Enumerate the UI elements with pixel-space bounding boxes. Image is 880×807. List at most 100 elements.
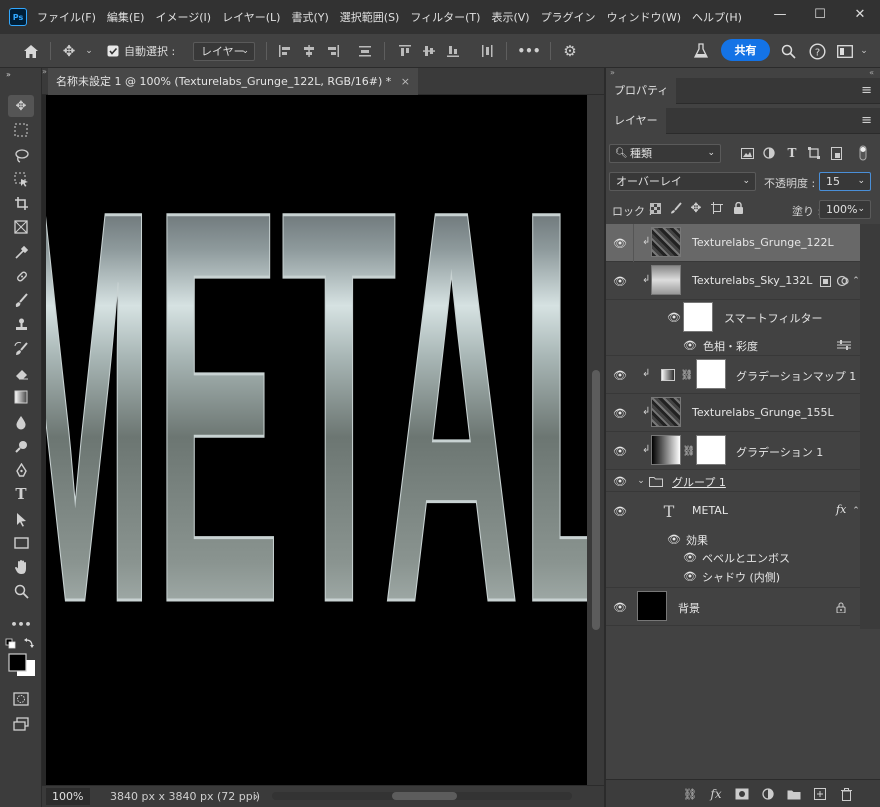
visibility-eye-icon[interactable]: 👁︎	[612, 473, 628, 489]
minimize-button[interactable]: —	[760, 0, 800, 28]
type-tool-icon[interactable]: T	[8, 483, 34, 505]
crop-tool-icon[interactable]	[8, 192, 34, 214]
menu-window[interactable]: ウィンドウ(W)	[607, 9, 681, 25]
edit-toolbar-icon[interactable]: •••	[8, 613, 34, 635]
smart-filter-row[interactable]: 👁︎ スマートフィルター	[606, 300, 860, 334]
layer-name[interactable]: グラデーションマップ 1	[736, 368, 856, 384]
effects-row[interactable]: 👁︎ 効果	[606, 530, 860, 548]
layer-row[interactable]: 👁︎ 背景	[606, 588, 860, 626]
layers-scrollbar[interactable]	[860, 224, 880, 629]
effect-item[interactable]: 👁︎ シャドウ (内側)	[606, 566, 860, 588]
filter-blending-options-icon[interactable]	[836, 338, 852, 352]
marquee-tool-icon[interactable]	[8, 119, 34, 141]
layer-row[interactable]: 👁︎ ↲ ⛓︎ グラデーションマップ 1	[606, 356, 860, 394]
quick-mask-icon[interactable]	[8, 688, 34, 710]
menu-view[interactable]: 表示(V)	[491, 9, 529, 25]
pen-tool-icon[interactable]	[8, 459, 34, 481]
filter-toggle-icon[interactable]	[856, 144, 870, 162]
new-adjustment-layer-icon[interactable]	[759, 785, 777, 803]
visibility-eye-icon[interactable]: 👁︎	[612, 443, 628, 459]
horizontal-scroll-thumb[interactable]	[392, 792, 457, 800]
gradient-tool-icon[interactable]	[8, 386, 34, 408]
layer-thumbnail[interactable]	[651, 265, 681, 295]
path-selection-tool-icon[interactable]	[8, 508, 34, 530]
smart-filter-mask-thumbnail[interactable]	[683, 302, 713, 332]
clone-stamp-tool-icon[interactable]	[8, 313, 34, 335]
dodge-tool-icon[interactable]	[8, 435, 34, 457]
blur-tool-icon[interactable]	[8, 411, 34, 433]
layer-mask-thumbnail[interactable]	[696, 435, 726, 465]
collapse-panel-icon[interactable]: »	[42, 67, 47, 76]
tab-properties[interactable]: プロパティ	[606, 78, 677, 104]
lock-position-icon[interactable]: ✥	[689, 201, 703, 216]
chevron-down-icon[interactable]: ⌄	[82, 34, 96, 68]
align-middle-icon[interactable]	[420, 34, 438, 68]
layer-name[interactable]: 背景	[678, 600, 700, 616]
layer-name[interactable]: Texturelabs_Grunge_122L	[692, 236, 834, 249]
menu-type[interactable]: 書式(Y)	[291, 9, 328, 25]
zoom-level-field[interactable]: 100%	[46, 788, 90, 805]
filter-adjustment-icon[interactable]	[761, 145, 777, 161]
layer-row[interactable]: 👁︎ ↲ ⛓︎ グラデーション 1	[606, 432, 860, 470]
panel-menu-icon[interactable]: ≡	[861, 108, 872, 134]
align-left-icon[interactable]	[276, 34, 294, 68]
horizontal-scrollbar[interactable]	[272, 792, 572, 800]
layer-thumbnail[interactable]	[637, 591, 667, 621]
align-center-icon[interactable]	[300, 34, 318, 68]
visibility-eye-icon[interactable]: 👁︎	[666, 309, 682, 325]
layer-row[interactable]: 👁︎ ↲ Texturelabs_Grunge_155L	[606, 394, 860, 432]
gear-icon[interactable]: ⚙	[560, 34, 580, 68]
history-brush-tool-icon[interactable]	[8, 338, 34, 360]
smart-filter-item[interactable]: 👁︎ 色相・彩度	[606, 334, 860, 356]
object-selection-tool-icon[interactable]	[8, 168, 34, 190]
align-bottom-icon[interactable]	[444, 34, 462, 68]
filter-shape-icon[interactable]	[806, 145, 822, 161]
opacity-input[interactable]: 15 ⌄	[819, 172, 871, 191]
move-tool-icon[interactable]: ✥	[8, 95, 34, 117]
layer-row[interactable]: 👁︎ ↲ Texturelabs_Grunge_122L	[606, 224, 860, 262]
text-layer-icon[interactable]: T	[660, 501, 678, 521]
lock-artboard-icon[interactable]	[710, 201, 724, 215]
chevron-down-icon[interactable]: ⌄	[858, 34, 870, 68]
document-tab[interactable]: 名称未設定 1 @ 100% (Texturelabs_Grunge_122L,…	[48, 68, 418, 95]
visibility-eye-icon[interactable]: 👁︎	[612, 599, 628, 615]
new-group-folder-icon[interactable]	[785, 785, 803, 803]
layer-name[interactable]: Texturelabs_Sky_132L	[692, 274, 812, 287]
visibility-eye-icon[interactable]: 👁︎	[666, 531, 682, 547]
tab-layers[interactable]: レイヤー	[606, 108, 666, 134]
menu-help[interactable]: ヘルプ(H)	[692, 9, 742, 25]
workspace-icon[interactable]	[834, 34, 856, 68]
group-row[interactable]: 👁︎ ⌄ グループ 1	[606, 470, 860, 492]
auto-select-target-dropdown[interactable]: レイヤー ⌄	[193, 42, 255, 61]
collapse-panels-icon[interactable]: »	[610, 68, 615, 77]
menu-file[interactable]: ファイル(F)	[37, 9, 96, 25]
flask-icon[interactable]	[690, 34, 712, 68]
layer-mask-thumbnail[interactable]	[696, 359, 726, 389]
menu-image[interactable]: イメージ(I)	[155, 9, 211, 25]
help-icon[interactable]: ?	[806, 34, 828, 68]
lock-all-icon[interactable]	[731, 201, 745, 215]
gradient-map-icon[interactable]	[660, 367, 676, 383]
eyedropper-tool-icon[interactable]	[8, 241, 34, 263]
align-top-icon[interactable]	[396, 34, 414, 68]
link-layers-icon[interactable]: ⛓︎	[681, 785, 699, 803]
layer-filter-kind-dropdown[interactable]: 🔍︎ 種類 ⌄	[609, 144, 721, 163]
layer-name[interactable]: METAL	[692, 504, 728, 517]
more-options-button[interactable]: •••	[516, 34, 542, 68]
layer-thumbnail[interactable]	[651, 435, 681, 465]
panel-menu-icon[interactable]: ≡	[861, 78, 872, 104]
menu-layer[interactable]: レイヤー(L)	[222, 9, 280, 25]
auto-select-checkbox[interactable]	[106, 34, 120, 68]
fill-input[interactable]: 100% ⌄	[819, 200, 871, 219]
link-icon[interactable]: ⛓︎	[681, 367, 694, 383]
group-name[interactable]: グループ 1	[672, 474, 726, 490]
maximize-button[interactable]: ☐	[800, 0, 840, 28]
menu-edit[interactable]: 編集(E)	[107, 9, 145, 25]
color-swatches[interactable]	[4, 638, 38, 678]
layer-row[interactable]: 👁︎ T METAL fx ⌃	[606, 492, 860, 530]
collapse-toolbar-icon[interactable]: »	[6, 70, 32, 79]
visibility-eye-icon[interactable]: 👁︎	[612, 273, 628, 289]
visibility-eye-icon[interactable]: 👁︎	[682, 337, 698, 353]
search-icon[interactable]	[778, 34, 798, 68]
layer-style-fx-icon[interactable]: fx	[707, 785, 725, 803]
